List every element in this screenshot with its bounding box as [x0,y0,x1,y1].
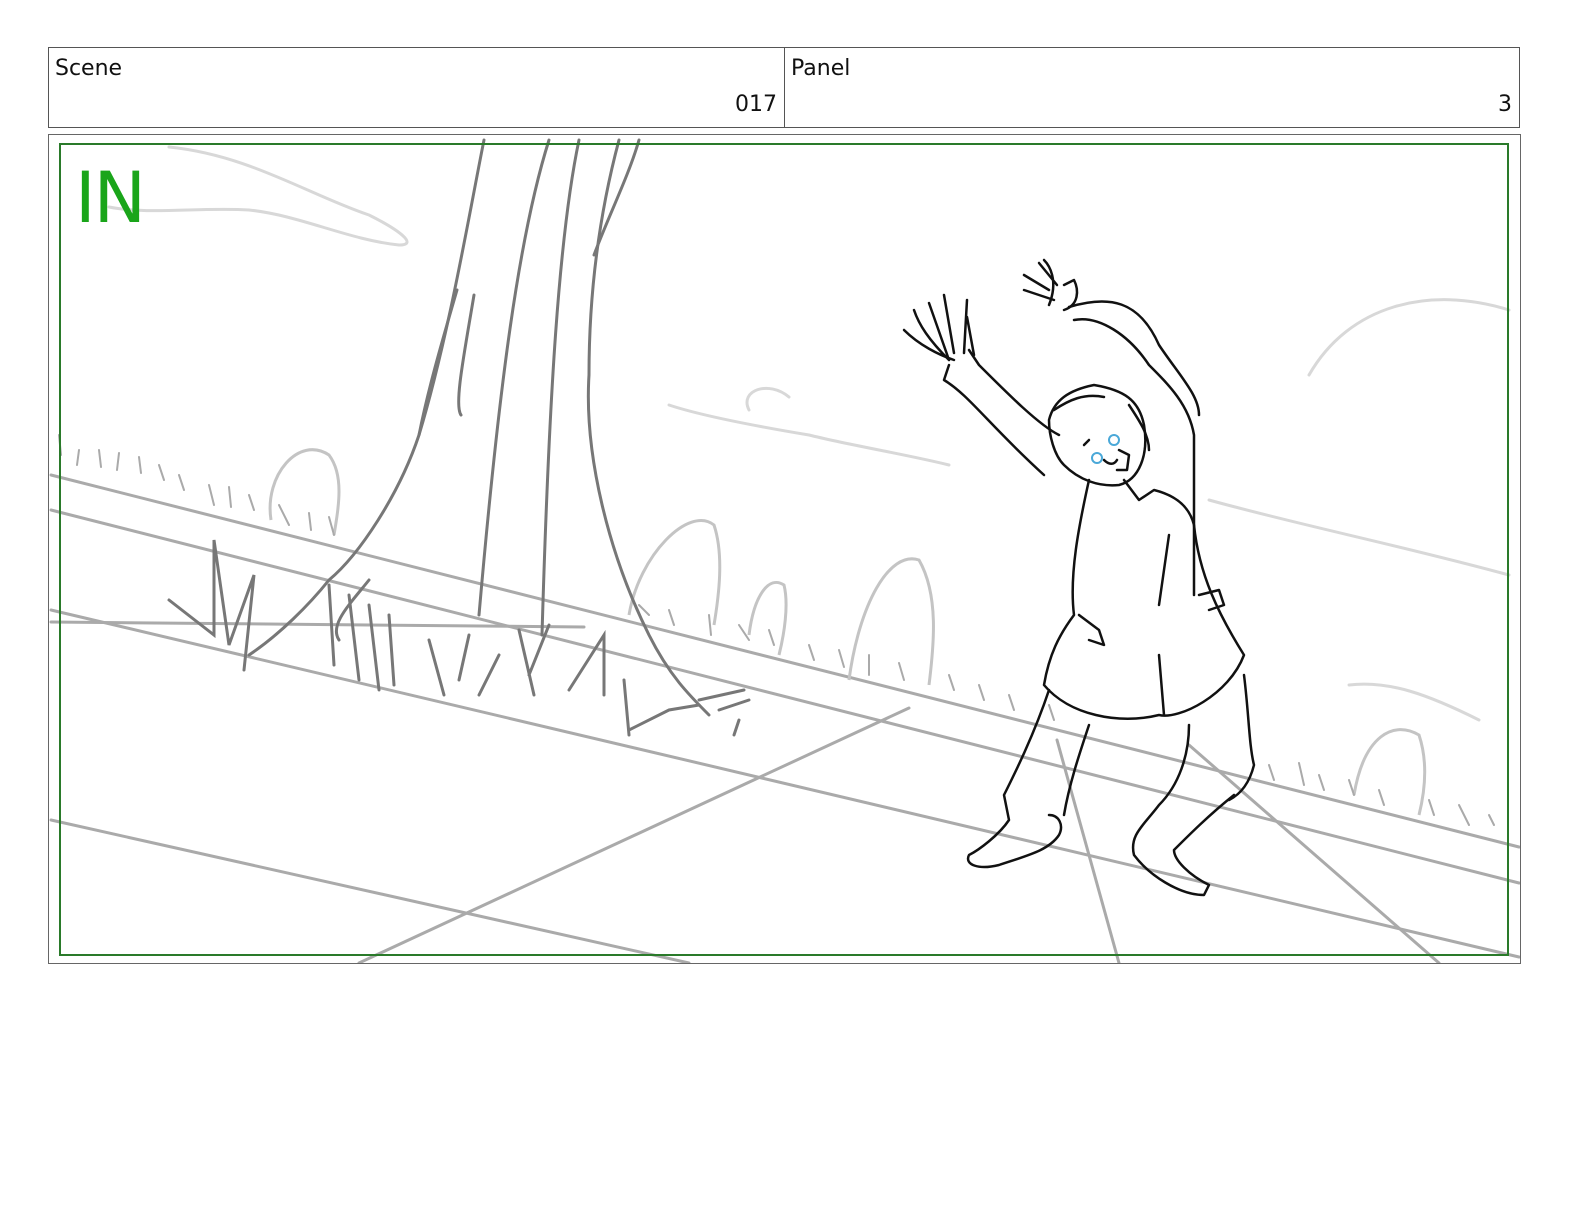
storyboard-frame: IN [48,134,1521,964]
scene-number: 017 [735,92,777,117]
transition-tag: IN [75,157,146,239]
panel-number: 3 [1498,92,1512,117]
panel-cell: Panel 3 [785,48,1519,127]
panel-label: Panel [791,56,851,81]
safe-area-border [59,143,1509,956]
scene-label: Scene [55,56,123,81]
scene-cell: Scene 017 [49,48,785,127]
panel-header: Scene 017 Panel 3 [48,47,1520,128]
